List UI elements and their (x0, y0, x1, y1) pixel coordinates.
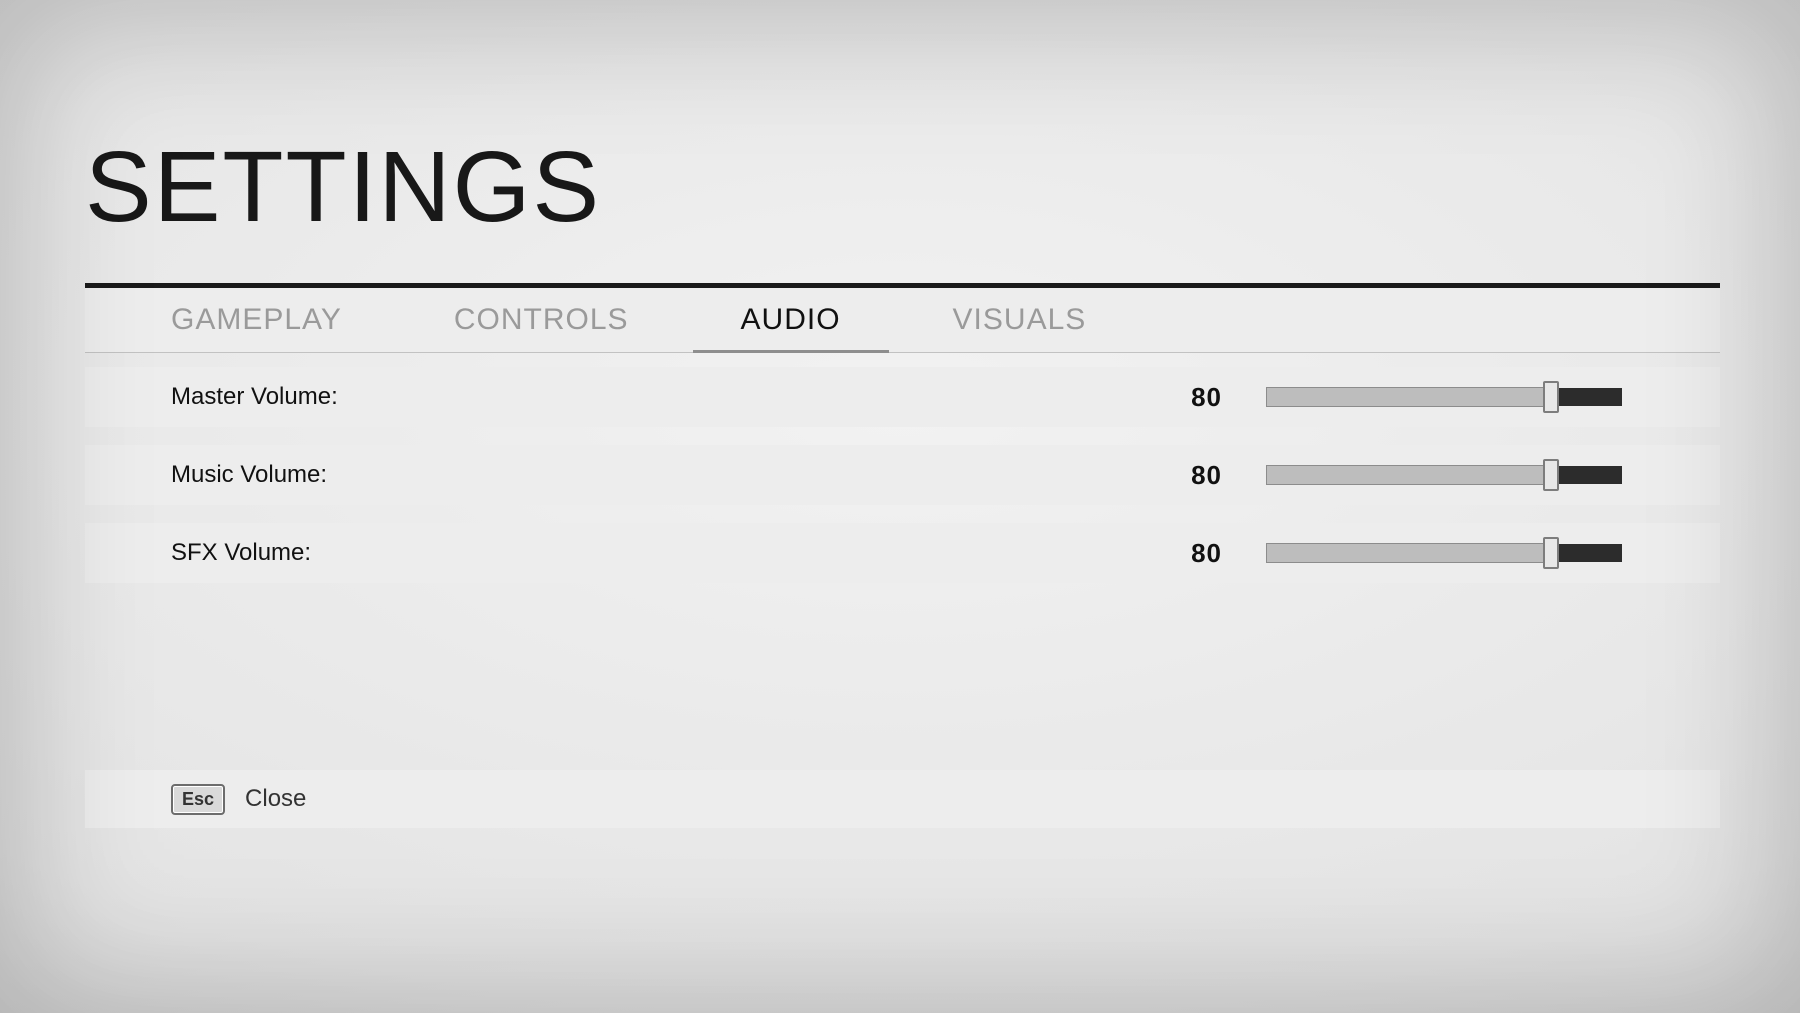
settings-rows: Master Volume: 80 Music Volume: 80 SFX V… (85, 367, 1720, 583)
slider-track-empty (1551, 466, 1622, 484)
slider-music-volume[interactable] (1266, 465, 1622, 485)
setting-label: Master Volume: (171, 383, 338, 411)
tab-label: CONTROLS (454, 303, 629, 337)
tabs-bar: GAMEPLAY CONTROLS AUDIO VISUALS (85, 283, 1720, 353)
tab-label: VISUALS (953, 303, 1087, 337)
setting-row-music-volume: Music Volume: 80 (85, 445, 1720, 505)
slider-track-empty (1551, 388, 1622, 406)
footer-bar: Esc Close (85, 770, 1720, 828)
tab-visuals[interactable]: VISUALS (897, 288, 1143, 352)
setting-row-master-volume: Master Volume: 80 (85, 367, 1720, 427)
setting-label: Music Volume: (171, 461, 327, 489)
slider-track-filled (1266, 387, 1551, 407)
tab-audio[interactable]: AUDIO (685, 288, 897, 352)
slider-track-filled (1266, 543, 1551, 563)
setting-row-sfx-volume: SFX Volume: 80 (85, 523, 1720, 583)
setting-value: 80 (1191, 460, 1222, 491)
setting-value: 80 (1191, 382, 1222, 413)
tab-gameplay[interactable]: GAMEPLAY (85, 288, 398, 352)
slider-track-filled (1266, 465, 1551, 485)
slider-thumb[interactable] (1543, 459, 1559, 491)
slider-master-volume[interactable] (1266, 387, 1622, 407)
page-title: SETTINGS (85, 130, 1720, 245)
slider-thumb[interactable] (1543, 537, 1559, 569)
setting-label: SFX Volume: (171, 539, 311, 567)
slider-track-empty (1551, 544, 1622, 562)
setting-value: 80 (1191, 538, 1222, 569)
tab-label: AUDIO (741, 303, 841, 337)
tab-controls[interactable]: CONTROLS (398, 288, 685, 352)
close-button[interactable]: Close (245, 785, 306, 813)
slider-thumb[interactable] (1543, 381, 1559, 413)
keycap-esc-icon: Esc (171, 784, 225, 815)
tab-label: GAMEPLAY (171, 303, 342, 337)
slider-sfx-volume[interactable] (1266, 543, 1622, 563)
